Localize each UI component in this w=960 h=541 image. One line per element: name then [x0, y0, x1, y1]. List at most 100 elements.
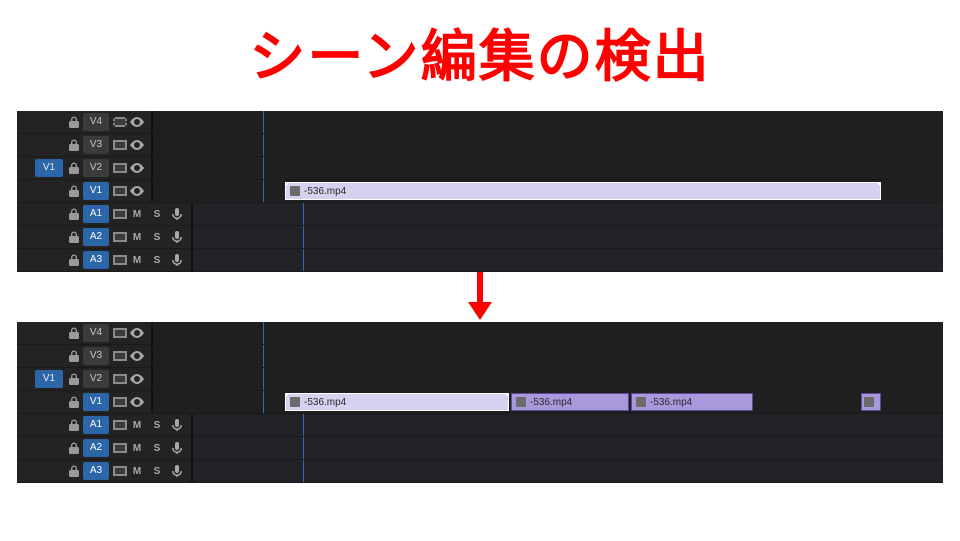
- playhead[interactable]: [303, 460, 304, 482]
- sync-lock-icon[interactable]: [113, 397, 127, 407]
- track-label-v4[interactable]: V4: [83, 324, 109, 342]
- solo-button[interactable]: S: [147, 439, 167, 457]
- solo-button[interactable]: S: [147, 228, 167, 246]
- sync-lock-icon[interactable]: [113, 186, 127, 196]
- track-label-v3[interactable]: V3: [83, 347, 109, 365]
- lock-icon[interactable]: [65, 136, 83, 154]
- track-label-a1[interactable]: A1: [83, 205, 109, 223]
- playhead[interactable]: [263, 157, 264, 179]
- playhead[interactable]: [303, 414, 304, 436]
- lock-icon[interactable]: [65, 347, 83, 365]
- track-content-v1[interactable]: -536.mp4: [153, 180, 943, 202]
- sync-lock-icon[interactable]: [113, 163, 127, 173]
- eye-icon[interactable]: [127, 182, 147, 200]
- track-label-a2[interactable]: A2: [83, 439, 109, 457]
- sync-lock-icon[interactable]: [113, 328, 127, 338]
- eye-icon[interactable]: [127, 113, 147, 131]
- voiceover-icon[interactable]: [167, 251, 187, 269]
- eye-icon[interactable]: [127, 370, 147, 388]
- solo-button[interactable]: S: [147, 251, 167, 269]
- lock-icon[interactable]: [65, 439, 83, 457]
- track-content-v3[interactable]: [153, 345, 943, 367]
- eye-icon[interactable]: [127, 159, 147, 177]
- track-label-v2[interactable]: V2: [83, 370, 109, 388]
- track-content-a2[interactable]: [193, 437, 943, 459]
- sync-lock-icon[interactable]: [113, 420, 127, 430]
- mute-button[interactable]: M: [127, 439, 147, 457]
- lock-icon[interactable]: [65, 113, 83, 131]
- eye-icon[interactable]: [127, 136, 147, 154]
- track-content-a2[interactable]: [193, 226, 943, 248]
- video-clip[interactable]: -536.mp4: [285, 182, 881, 200]
- track-label-a2[interactable]: A2: [83, 228, 109, 246]
- lock-icon[interactable]: [65, 416, 83, 434]
- lock-icon[interactable]: [65, 205, 83, 223]
- playhead[interactable]: [263, 111, 264, 133]
- solo-button[interactable]: S: [147, 205, 167, 223]
- voiceover-icon[interactable]: [167, 462, 187, 480]
- voiceover-icon[interactable]: [167, 205, 187, 223]
- lock-icon[interactable]: [65, 251, 83, 269]
- track-content-a3[interactable]: [193, 460, 943, 482]
- voiceover-icon[interactable]: [167, 439, 187, 457]
- video-clip[interactable]: -536.mp4: [511, 393, 629, 411]
- mute-button[interactable]: M: [127, 416, 147, 434]
- video-clip[interactable]: -536.mp4: [285, 393, 509, 411]
- playhead[interactable]: [303, 249, 304, 271]
- solo-button[interactable]: S: [147, 462, 167, 480]
- track-label-v1[interactable]: V1: [83, 393, 109, 411]
- track-content-v4[interactable]: [153, 111, 943, 133]
- playhead[interactable]: [263, 180, 264, 202]
- eye-icon[interactable]: [127, 393, 147, 411]
- track-content-v2[interactable]: [153, 157, 943, 179]
- track-content-v3[interactable]: [153, 134, 943, 156]
- mute-button[interactable]: M: [127, 205, 147, 223]
- track-label-v4[interactable]: V4: [83, 113, 109, 131]
- playhead[interactable]: [263, 322, 264, 344]
- track-label-a3[interactable]: A3: [83, 462, 109, 480]
- track-content-a3[interactable]: [193, 249, 943, 271]
- track-content-a1[interactable]: [193, 414, 943, 436]
- track-content-v4[interactable]: [153, 322, 943, 344]
- lock-icon[interactable]: [65, 370, 83, 388]
- mute-button[interactable]: M: [127, 228, 147, 246]
- eye-icon[interactable]: [127, 324, 147, 342]
- track-label-v2[interactable]: V2: [83, 159, 109, 177]
- lock-icon[interactable]: [65, 182, 83, 200]
- sync-lock-icon[interactable]: [113, 117, 127, 127]
- mute-button[interactable]: M: [127, 462, 147, 480]
- source-assign-v1[interactable]: V1: [35, 159, 63, 177]
- lock-icon[interactable]: [65, 324, 83, 342]
- track-label-v3[interactable]: V3: [83, 136, 109, 154]
- source-assign-v1[interactable]: V1: [35, 370, 63, 388]
- lock-icon[interactable]: [65, 462, 83, 480]
- eye-icon[interactable]: [127, 347, 147, 365]
- playhead[interactable]: [303, 203, 304, 225]
- sync-lock-icon[interactable]: [113, 351, 127, 361]
- mute-button[interactable]: M: [127, 251, 147, 269]
- video-clip[interactable]: [861, 393, 881, 411]
- lock-icon[interactable]: [65, 228, 83, 246]
- track-content-a1[interactable]: [193, 203, 943, 225]
- track-content-v2[interactable]: [153, 368, 943, 390]
- playhead[interactable]: [303, 437, 304, 459]
- playhead[interactable]: [263, 391, 264, 413]
- sync-lock-icon[interactable]: [113, 374, 127, 384]
- video-clip[interactable]: -536.mp4: [631, 393, 753, 411]
- voiceover-icon[interactable]: [167, 228, 187, 246]
- solo-button[interactable]: S: [147, 416, 167, 434]
- playhead[interactable]: [263, 368, 264, 390]
- lock-icon[interactable]: [65, 159, 83, 177]
- lock-icon[interactable]: [65, 393, 83, 411]
- sync-lock-icon[interactable]: [113, 209, 127, 219]
- playhead[interactable]: [263, 345, 264, 367]
- track-label-v1[interactable]: V1: [83, 182, 109, 200]
- playhead[interactable]: [303, 226, 304, 248]
- voiceover-icon[interactable]: [167, 416, 187, 434]
- sync-lock-icon[interactable]: [113, 443, 127, 453]
- track-label-a3[interactable]: A3: [83, 251, 109, 269]
- playhead[interactable]: [263, 134, 264, 156]
- track-content-v1[interactable]: -536.mp4 -536.mp4 -536.mp4: [153, 391, 943, 413]
- sync-lock-icon[interactable]: [113, 466, 127, 476]
- sync-lock-icon[interactable]: [113, 255, 127, 265]
